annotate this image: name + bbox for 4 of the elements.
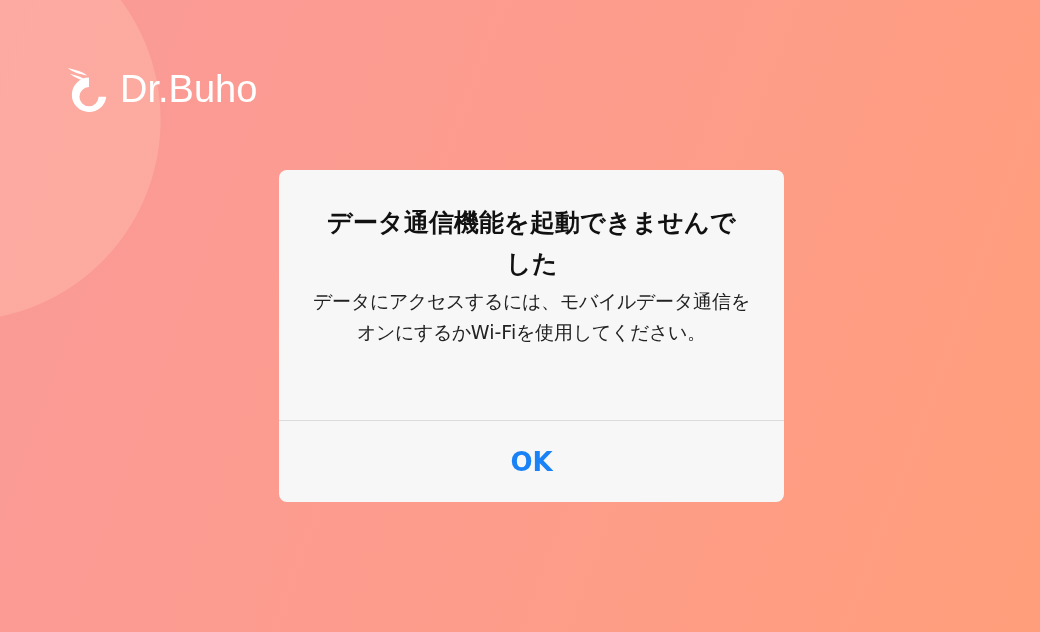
brand-name: Dr.Buho — [120, 67, 258, 111]
alert-title: データ通信機能を起動できませんでした — [326, 207, 737, 280]
alert-message: データにアクセスするには、モバイルデータ通信をオンにするかWi-Fiを使用してください。 — [312, 289, 751, 345]
ok-button[interactable]: OK — [279, 421, 784, 502]
